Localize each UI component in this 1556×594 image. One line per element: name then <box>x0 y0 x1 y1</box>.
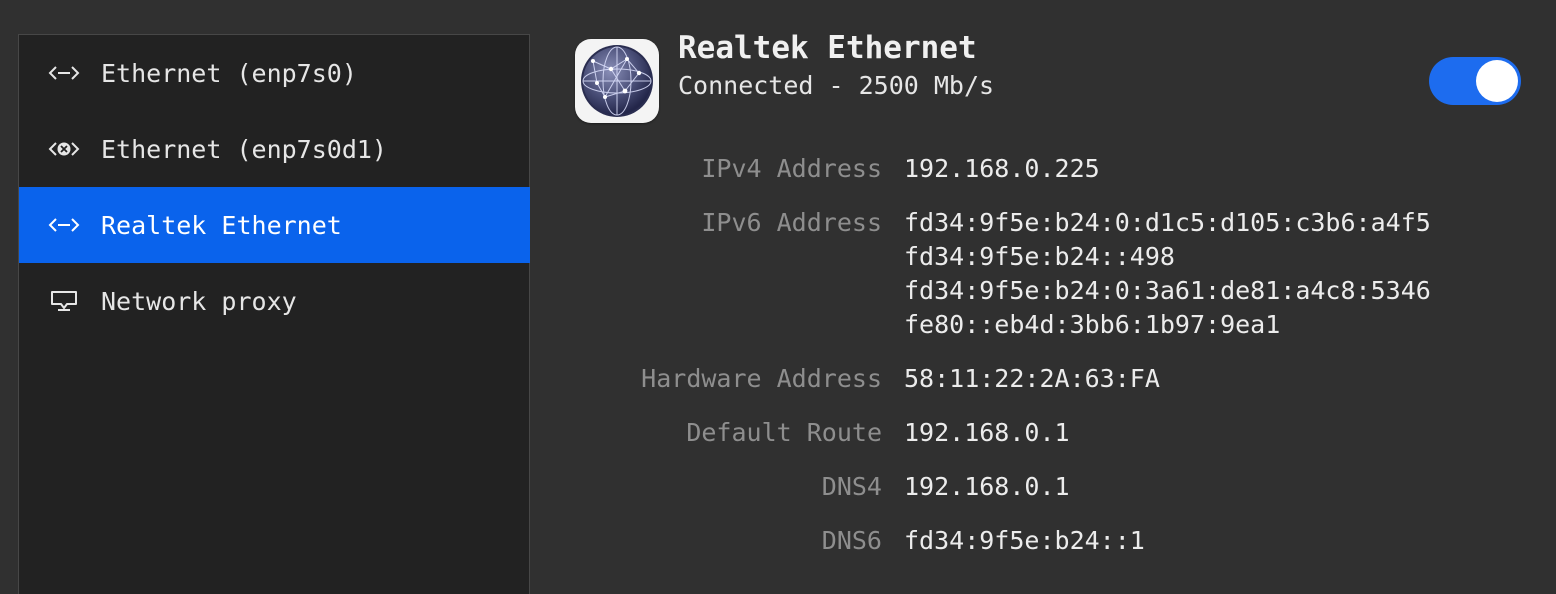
sidebar-item-realtek-ethernet[interactable]: Realtek Ethernet <box>19 187 530 263</box>
ipv4-value: 192.168.0.225 <box>904 154 1100 183</box>
sidebar-item-label: Network proxy <box>101 286 297 316</box>
ethernet-icon <box>47 214 81 236</box>
dns6-values: fd34:9f5e:b24::1 <box>904 524 1145 558</box>
dns6-value: fd34:9f5e:b24::1 <box>904 526 1145 555</box>
ipv6-value: fd34:9f5e:b24:0:d1c5:d105:c3b6:a4f5 <box>904 208 1431 237</box>
dns6-label: DNS6 <box>821 526 882 555</box>
connection-title: Realtek Ethernet <box>678 30 977 66</box>
ipv4-label: IPv4 Address <box>701 154 882 183</box>
hardware-address-values: 58:11:22:2A:63:FA <box>904 362 1160 396</box>
hardware-address-value: 58:11:22:2A:63:FA <box>904 364 1160 393</box>
sidebar-item-ethernet-enp7s0d1[interactable]: Ethernet (enp7s0d1) <box>19 111 530 187</box>
ipv4-values: 192.168.0.225 <box>904 152 1100 186</box>
connection-status: Connected - 2500 Mb/s <box>678 71 995 100</box>
dns4-values: 192.168.0.1 <box>904 470 1070 504</box>
ipv6-value: fd34:9f5e:b24:0:3a61:de81:a4c8:5346 <box>904 276 1431 305</box>
sidebar-item-network-proxy[interactable]: Network proxy <box>19 263 530 339</box>
hardware-address-label: Hardware Address <box>641 364 882 393</box>
sidebar-item-label: Ethernet (enp7s0) <box>101 58 357 88</box>
toggle-knob[interactable] <box>1476 60 1518 102</box>
ethernet-disconnected-icon <box>47 138 81 160</box>
network-globe-icon <box>575 39 659 123</box>
dns4-label: DNS4 <box>821 472 882 501</box>
ipv6-value: fe80::eb4d:3bb6:1b97:9ea1 <box>904 310 1281 339</box>
sidebar-item-label: Realtek Ethernet <box>101 210 342 240</box>
default-route-value: 192.168.0.1 <box>904 418 1070 447</box>
dns4-value: 192.168.0.1 <box>904 472 1070 501</box>
connection-toggle[interactable] <box>1429 57 1521 105</box>
network-settings-window: Ethernet (enp7s0) Ethernet (enp7s0d1) Re… <box>0 0 1556 594</box>
sidebar-item-label: Ethernet (enp7s0d1) <box>101 134 387 164</box>
ipv6-values: fd34:9f5e:b24:0:d1c5:d105:c3b6:a4f5 fd34… <box>904 206 1431 342</box>
default-route-values: 192.168.0.1 <box>904 416 1070 450</box>
network-proxy-icon <box>47 290 81 312</box>
sidebar-item-ethernet-enp7s0[interactable]: Ethernet (enp7s0) <box>19 35 530 111</box>
ipv6-value: fd34:9f5e:b24::498 <box>904 242 1175 271</box>
ipv6-label: IPv6 Address <box>701 208 882 237</box>
connections-sidebar: Ethernet (enp7s0) Ethernet (enp7s0d1) Re… <box>18 34 530 594</box>
ethernet-icon <box>47 62 81 84</box>
default-route-label: Default Route <box>686 418 882 447</box>
